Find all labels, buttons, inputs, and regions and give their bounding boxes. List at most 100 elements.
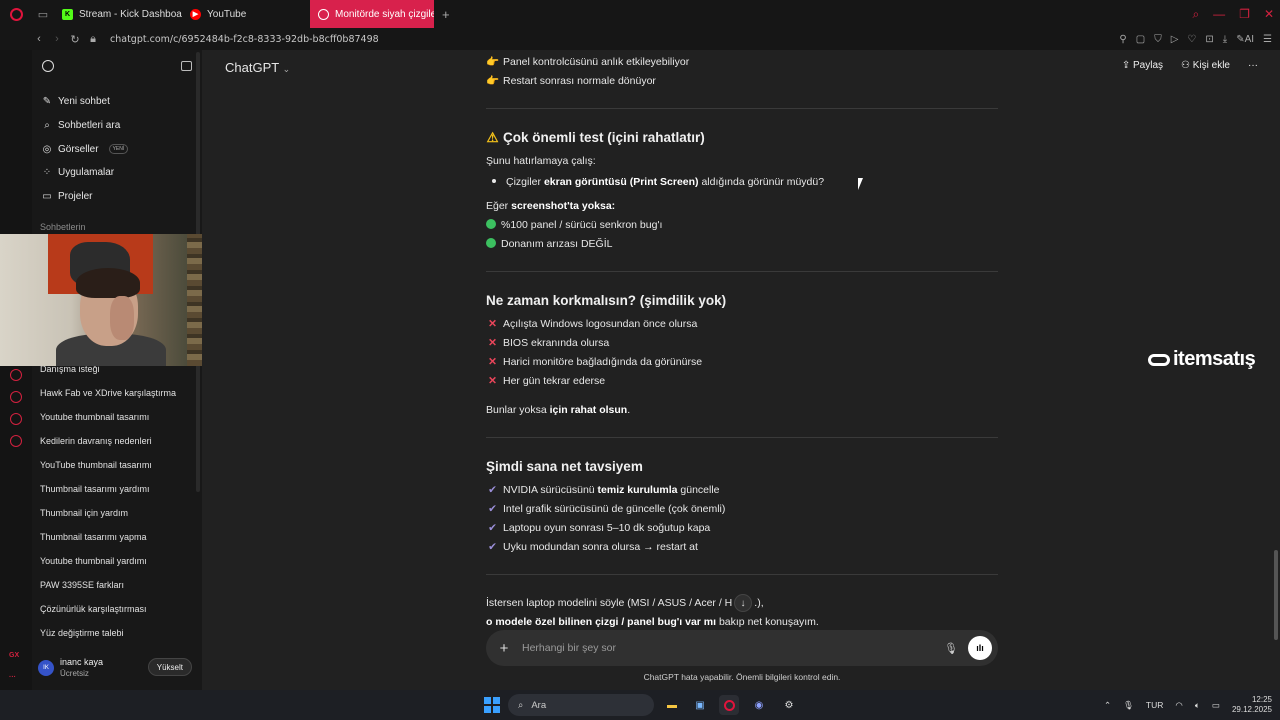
tab-youtube[interactable]: ▶ YouTube: [182, 0, 310, 28]
message-line: İstersen laptop modelini söyle (MSI / AS…: [486, 597, 764, 609]
message-line: Şunu hatırlamaya çalış:: [486, 155, 596, 167]
steam-icon[interactable]: ⚙: [779, 695, 799, 715]
pencil-icon: ✎: [42, 95, 52, 107]
shield-icon[interactable]: ⛉: [1154, 34, 1162, 45]
messenger-icon[interactable]: [10, 369, 22, 381]
avatar: IK: [38, 660, 54, 676]
message-line: ✔ Intel grafik sürücüsünü de güncelle (ço…: [486, 503, 725, 515]
sidebar-item-images[interactable]: ◎ Görseller YENİ: [42, 139, 129, 159]
wifi-icon[interactable]: ◠: [1175, 700, 1182, 711]
more-icon[interactable]: ···: [9, 674, 16, 681]
chat-history-item[interactable]: YouTube thumbnail tasarımı: [40, 460, 190, 470]
chat-history-item[interactable]: Çözünürlük karşılaştırması: [40, 604, 190, 614]
warning-icon: ⚠: [486, 130, 499, 145]
sidebar-item-new-chat[interactable]: ✎ Yeni sohbet: [42, 91, 110, 111]
windows-taskbar: ⌕ Ara ▬ ▣ ◉ ⚙ ⌃ 🎙︎ TUR ◠ 🔈︎ ▭ 12:25 29.12…: [0, 690, 1280, 720]
settings-icon[interactable]: [10, 435, 22, 447]
clock[interactable]: 12:25 29.12.2025: [1232, 695, 1272, 715]
discord-icon[interactable]: ◉: [749, 695, 769, 715]
green-circle-icon: [486, 238, 496, 248]
scroll-down-button[interactable]: ↓: [734, 594, 752, 612]
folder-icon: ▭: [42, 190, 52, 202]
screenshot-icon[interactable]: ▢: [1136, 34, 1145, 45]
wallet-icon[interactable]: ⊡: [1205, 34, 1213, 45]
window-controls: ⌕ — ❐ ✕: [1192, 0, 1274, 28]
chat-history-item[interactable]: Thumbnail için yardım: [40, 508, 190, 518]
heart-icon[interactable]: ♡: [1187, 34, 1196, 45]
language-indicator[interactable]: TUR: [1146, 700, 1163, 710]
microphone-icon[interactable]: 🎙︎: [944, 642, 958, 655]
windows-start-icon[interactable]: [484, 697, 500, 713]
chevron-up-icon[interactable]: ⌃: [1104, 700, 1111, 711]
add-attachment-icon[interactable]: +: [486, 640, 522, 657]
opera-gx-taskbar-icon[interactable]: [719, 695, 739, 715]
sidebar-item-search[interactable]: ⌕ Sohbetleri ara: [42, 115, 120, 135]
chat-icon[interactable]: [10, 413, 22, 425]
tab-kick-dashboard[interactable]: K Stream - Kick Dashboard: [54, 0, 182, 28]
chatgpt-logo-icon[interactable]: [42, 60, 54, 72]
aria-ai-button[interactable]: ✎AI: [1236, 34, 1254, 45]
battery-icon[interactable]: ▭: [1212, 700, 1220, 711]
kick-icon: K: [62, 8, 73, 20]
chat-history-item[interactable]: Youtube thumbnail tasarımı: [40, 412, 190, 422]
chat-history-item[interactable]: Thumbnail tasarımı yardımı: [40, 484, 190, 494]
sidebar-item-apps[interactable]: ⁘ Uygulamalar: [42, 162, 114, 182]
gx-icon[interactable]: GX: [9, 652, 19, 659]
check-icon: ✔: [488, 541, 497, 553]
minimize-icon[interactable]: —: [1213, 7, 1225, 21]
more-options-icon[interactable]: ···: [1248, 60, 1258, 71]
voice-mode-button[interactable]: ıIı: [968, 636, 992, 660]
close-icon[interactable]: ✕: [1264, 7, 1274, 21]
upgrade-button[interactable]: Yükselt: [147, 658, 192, 676]
opera-logo-icon[interactable]: [0, 0, 32, 28]
itemsatis-watermark: itemsatış: [1148, 348, 1256, 371]
player-icon[interactable]: ▷: [1171, 34, 1179, 45]
taskbar-search[interactable]: ⌕ Ara: [508, 694, 654, 716]
chat-history-item[interactable]: Youtube thumbnail yardımı: [40, 556, 190, 566]
message-line: ✕ Açılışta Windows logosundan önce olursa: [486, 318, 697, 330]
tab-chatgpt-active[interactable]: Monitörde siyah çizgiler: [310, 0, 434, 28]
message-line: Eğer screenshot'ta yoksa:: [486, 200, 616, 212]
back-icon[interactable]: ‹: [30, 33, 48, 45]
history-icon[interactable]: [10, 391, 22, 403]
chat-history-item[interactable]: Thumbnail tasarımı yapma: [40, 532, 190, 542]
message-line: Donanım arızası DEĞİL: [486, 238, 612, 250]
message-line: ✔ NVIDIA sürücüsünü temiz kurulumla günce…: [486, 484, 719, 496]
microphone-tray-icon[interactable]: 🎙︎: [1123, 700, 1134, 711]
prompt-input[interactable]: Herhangi bir şey sor: [522, 642, 944, 654]
share-button[interactable]: ⇪ Paylaş: [1122, 60, 1163, 71]
chat-scrollbar[interactable]: [1274, 550, 1278, 640]
user-name: inanc kaya: [60, 657, 104, 667]
model-selector[interactable]: ChatGPT ⌄: [225, 60, 290, 75]
volume-icon[interactable]: 🔈︎: [1195, 700, 1200, 711]
check-icon: ✔: [488, 522, 497, 534]
chat-history-item[interactable]: Hawk Fab ve XDrive karşılaştırma: [40, 388, 190, 398]
person-icon: ⚇: [1181, 60, 1193, 71]
chat-history-item[interactable]: Kedilerin davranış nedenleri: [40, 436, 190, 446]
ai-label: AI: [1244, 33, 1255, 45]
chat-history-item[interactable]: PAW 3395SE farkları: [40, 580, 190, 590]
chat-history-item[interactable]: Yüz değiştirme talebi: [40, 628, 190, 638]
search-tabs-icon[interactable]: ⌕: [1192, 7, 1199, 22]
cross-icon: ✕: [488, 356, 497, 368]
store-icon[interactable]: ▣: [690, 695, 710, 715]
new-tab-button[interactable]: +: [434, 7, 458, 22]
file-explorer-icon[interactable]: ▬: [662, 695, 682, 715]
section-heading: ⚠ Çok önemli test (içini rahatlatır): [486, 130, 705, 145]
maximize-icon[interactable]: ❐: [1239, 7, 1250, 21]
user-profile[interactable]: IK inanc kaya Ücretsiz Yükselt: [38, 655, 192, 681]
reload-icon[interactable]: ↻: [66, 33, 84, 46]
tab-menu-icon[interactable]: ▭: [32, 0, 54, 28]
download-icon[interactable]: ⤓: [1223, 34, 1227, 45]
menu-icon[interactable]: ☰: [1263, 34, 1272, 45]
sidebar-item-projects[interactable]: ▭ Projeler: [42, 186, 92, 206]
new-badge: YENİ: [108, 144, 129, 154]
add-person-button[interactable]: ⚇ Kişi ekle: [1181, 60, 1230, 71]
cross-icon: ✕: [488, 318, 497, 330]
webcam-person-hair: [76, 268, 140, 298]
url-field[interactable]: chatgpt.com/c/6952484b-f2c8-8333-92db-b8…: [110, 34, 379, 45]
screen: ▭ K Stream - Kick Dashboard ▶ YouTube Mo…: [0, 0, 1280, 720]
forward-icon[interactable]: ›: [48, 33, 66, 45]
sidebar-toggle-icon[interactable]: [181, 61, 192, 71]
pin-icon[interactable]: ⚲: [1119, 34, 1126, 45]
